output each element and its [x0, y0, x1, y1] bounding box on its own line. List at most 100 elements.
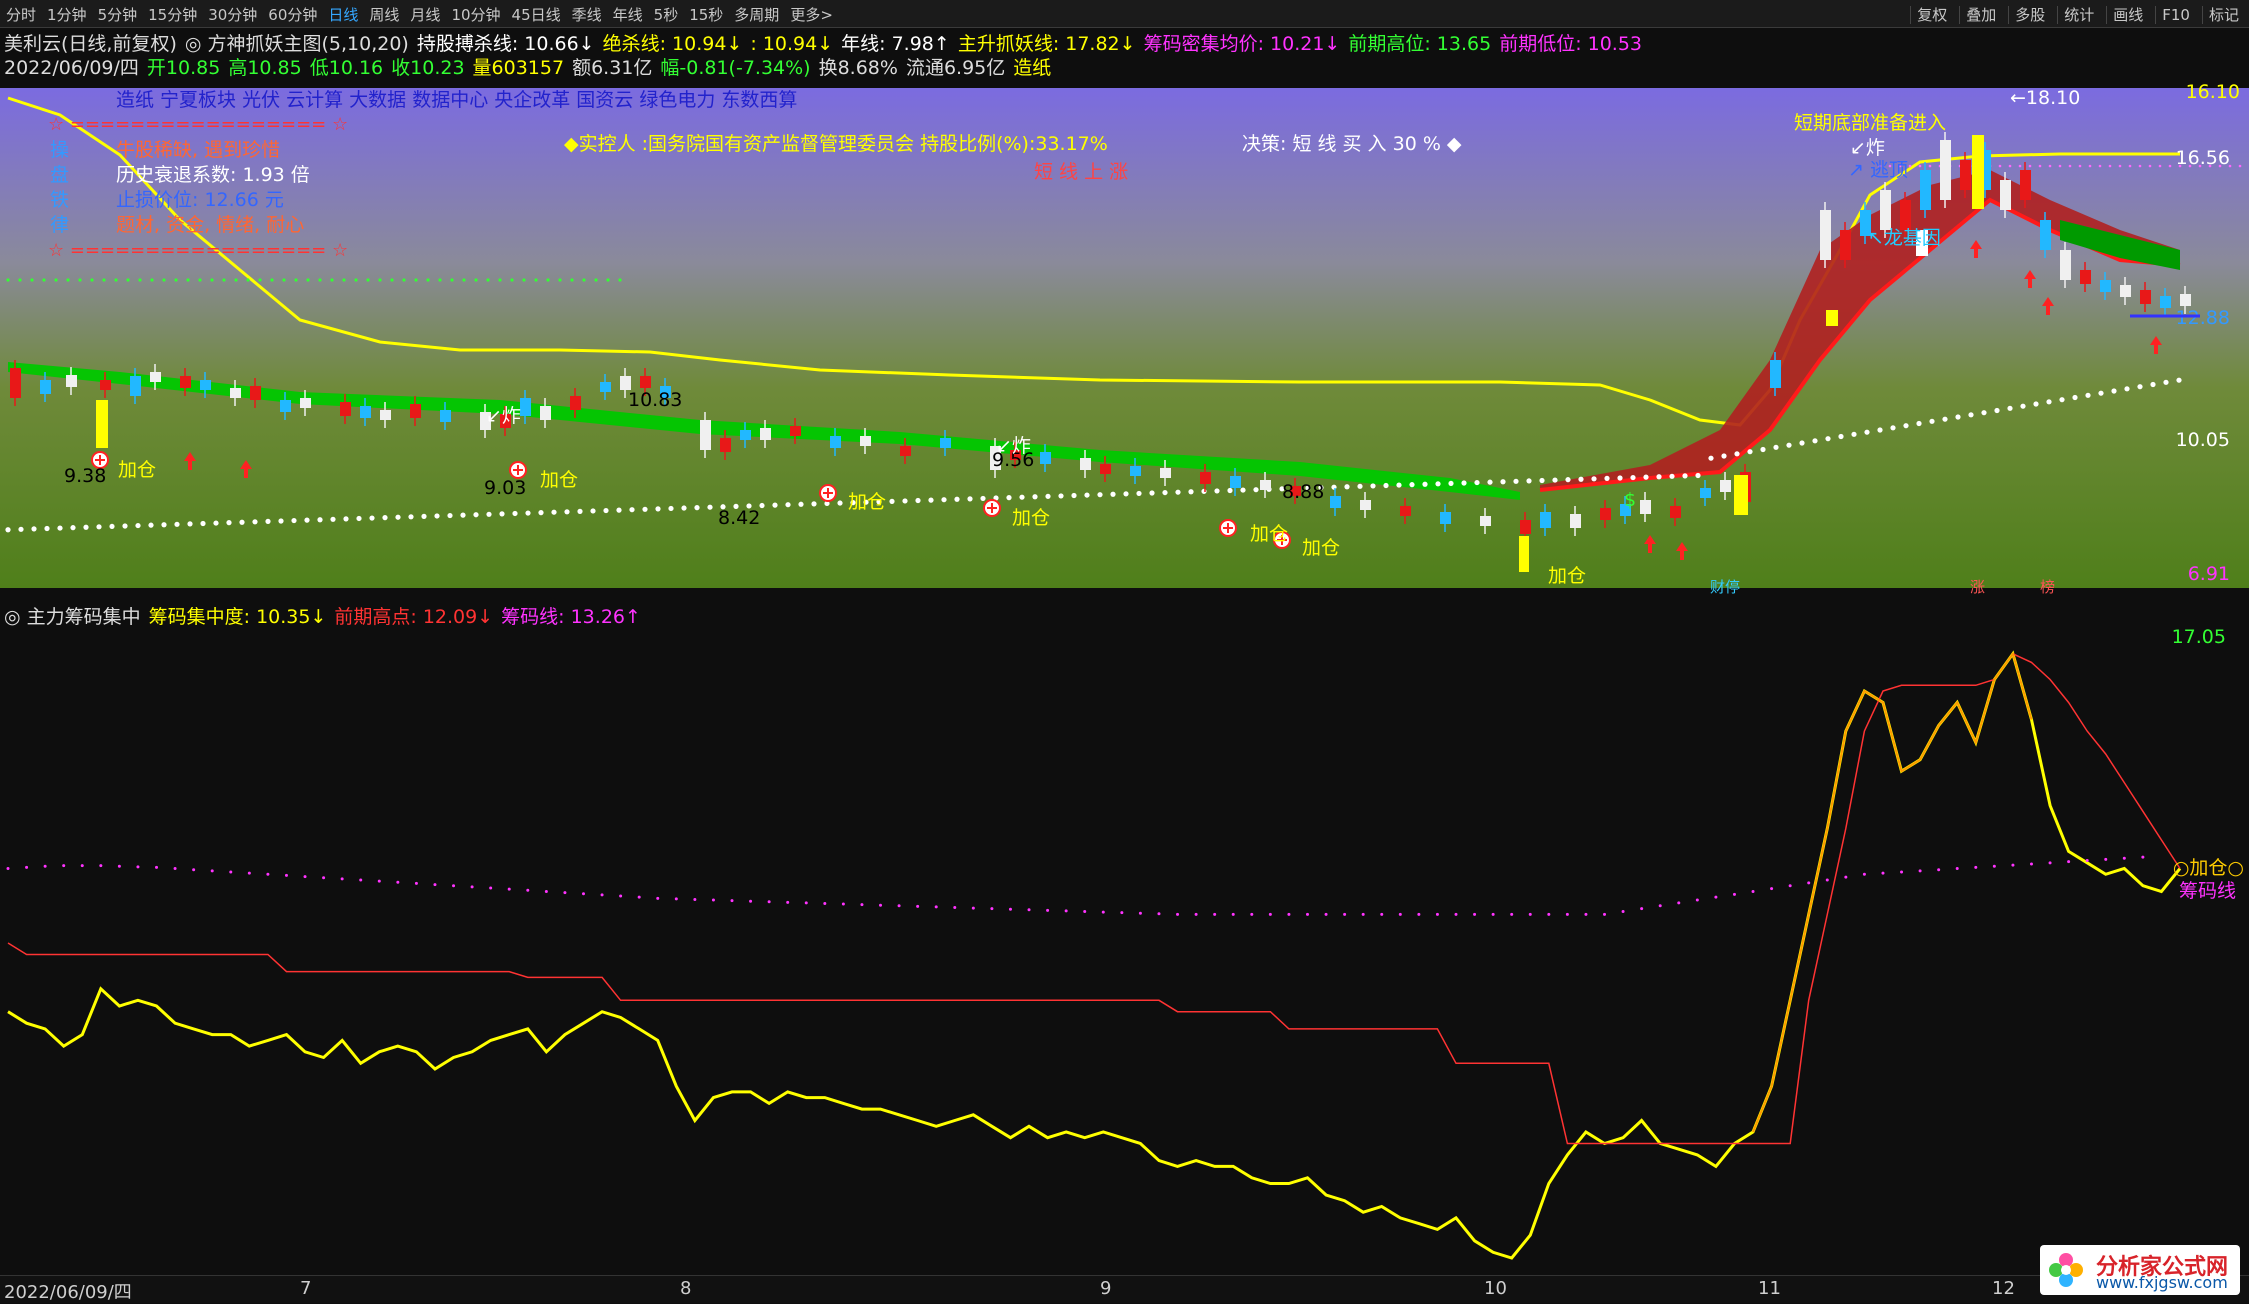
support-dot [1357, 483, 1363, 489]
support-dot [1669, 473, 1675, 479]
chip-line-point [1213, 912, 1217, 916]
green-dot [186, 278, 190, 282]
candle-body [900, 446, 911, 456]
timeframe-tab-8[interactable]: 月线 [410, 6, 440, 24]
chip-line-point [767, 900, 771, 904]
timeframe-tab-14[interactable]: 15秒 [689, 6, 723, 24]
candle-body [130, 376, 141, 396]
timeframe-tab-11[interactable]: 季线 [572, 6, 602, 24]
pink-dot [2098, 164, 2102, 168]
right-price-label-0: 16.10 [2186, 81, 2240, 103]
green-dot [6, 278, 10, 282]
toolbar-button-4[interactable]: 画线 [2106, 6, 2150, 24]
timeframe-tab-6[interactable]: 日线 [328, 6, 358, 24]
chip-line-point [1083, 910, 1087, 913]
support-dot [2176, 377, 2182, 383]
x-tick-2: 8 [680, 1278, 692, 1299]
toolbar-button-2[interactable]: 多股 [2008, 6, 2052, 24]
pink-dot [2158, 164, 2162, 168]
chip-line-point [1695, 898, 1699, 902]
support-dot [1331, 484, 1337, 490]
timeframe-tab-3[interactable]: 15分钟 [148, 6, 197, 24]
chip-line-point [1008, 907, 1012, 911]
toolbar-button-6[interactable]: 标记 [2201, 6, 2245, 24]
support-dot [837, 500, 843, 506]
timeframe-tab-9[interactable]: 10分钟 [451, 6, 500, 24]
decision-text: 决策: 短 线 买 入 30 % ◆ [1242, 133, 1462, 155]
timeframe-tab-5[interactable]: 60分钟 [268, 6, 317, 24]
rule-value-2: 止损价位: 12.66 元 [116, 189, 284, 211]
chip-line-point [1324, 912, 1328, 916]
candle-body [860, 436, 871, 446]
controller-text: ◆实控人 :国务院国有资产监督管理委员会 持股比例(%):33.17% [564, 133, 1108, 155]
green-dot [258, 278, 262, 282]
candle-body [1100, 464, 1111, 474]
support-dot [1591, 476, 1597, 482]
toolbar-button-1[interactable]: 叠加 [1959, 6, 2003, 24]
candle-body [150, 372, 161, 382]
chip-line-point [1825, 878, 1829, 882]
timeframe-tab-1[interactable]: 1分钟 [47, 6, 87, 24]
chip-line-point [1194, 912, 1198, 916]
toolbar-button-0[interactable]: 复权 [1910, 6, 1954, 24]
sub-chart-legend: ◎ 主力筹码集中 筹码集中度: 10.35↓ 前期高点: 12.09↓ 筹码线: 13… [4, 602, 649, 629]
indicator-value-6: 前期高位: 13.65 [1348, 33, 1492, 55]
support-dot [941, 497, 947, 503]
chip-concentration-chart[interactable]: 17.05 ○加仓○筹码线 [0, 598, 2249, 1278]
timeframe-tab-2[interactable]: 5分钟 [98, 6, 138, 24]
indicator-value-5: 筹码密集均价: 10.21↓ [1143, 33, 1341, 55]
candle-body [2020, 170, 2031, 200]
support-dot [1175, 489, 1181, 495]
toolbar-button-3[interactable]: 统计 [2057, 6, 2101, 24]
chip-line-point [1677, 901, 1681, 905]
support-dot [1994, 407, 2000, 414]
support-dot [239, 519, 245, 525]
timeframe-tab-10[interactable]: 45日线 [512, 6, 561, 24]
support-dot [1968, 412, 1974, 418]
toolbar-button-5[interactable]: F10 [2155, 6, 2196, 24]
timeframe-tab-12[interactable]: 年线 [613, 6, 643, 24]
support-dot [1513, 478, 1519, 484]
support-dot [1760, 446, 1766, 453]
timeframe-tab-7[interactable]: 周线 [369, 6, 399, 24]
quote-value-5: 量603157 [472, 57, 565, 79]
support-dot [1084, 492, 1090, 498]
green-dot [414, 278, 418, 282]
support-dot [1903, 423, 1909, 429]
quote-value-8: 换8.68% [818, 57, 898, 79]
chip-line-point [1584, 912, 1588, 916]
quote-value-7: 幅-0.81(-7.34%) [660, 57, 811, 79]
candle-body [1840, 230, 1851, 260]
chip-line-point [656, 896, 660, 900]
pink-dot [1908, 164, 1912, 168]
timeframe-tab-15[interactable]: 多周期 [734, 6, 779, 24]
rule-value-0: 牛股稀缺, 遇到珍惜 [116, 139, 280, 161]
chip-line-point [1287, 912, 1291, 916]
timeframe-tab-0[interactable]: 分时 [6, 6, 36, 24]
price-label-0: 9.38 [64, 465, 106, 487]
indicator-name[interactable]: ◎ 方神抓妖主图(5,10,20) [185, 33, 409, 55]
candle-body [1770, 360, 1781, 388]
timeframe-tab-16[interactable]: 更多> [790, 6, 833, 24]
chip-line-point [1138, 911, 1142, 915]
support-dot [538, 510, 544, 516]
support-dot [2124, 386, 2130, 392]
support-dot [460, 512, 466, 518]
chip-line-point [786, 900, 790, 904]
site-logo: 分析家公式网 www.fxjgsw.com [2040, 1245, 2240, 1295]
candle-body [280, 400, 291, 412]
right-price-label-3: 10.05 [2176, 429, 2230, 451]
candle-body [380, 410, 391, 420]
chip-line-point [1918, 869, 1922, 873]
main-price-chart[interactable]: 造纸 宁夏板块 光伏 云计算 大数据 数据中心 央企改革 国资云 绿色电力 东数… [0, 80, 2249, 595]
support-dot [2033, 401, 2039, 407]
timeframe-tab-4[interactable]: 30分钟 [208, 6, 257, 24]
green-dot [246, 278, 250, 282]
chip-line-point [1380, 912, 1384, 916]
green-dot [510, 278, 514, 282]
timeframe-tab-13[interactable]: 5秒 [654, 6, 679, 24]
sub-indicator-name[interactable]: ◎ 主力筹码集中 [4, 606, 141, 628]
chip-line-point [414, 881, 418, 885]
quote-value-3: 低10.16 [309, 57, 384, 79]
pink-dot [2118, 164, 2122, 168]
